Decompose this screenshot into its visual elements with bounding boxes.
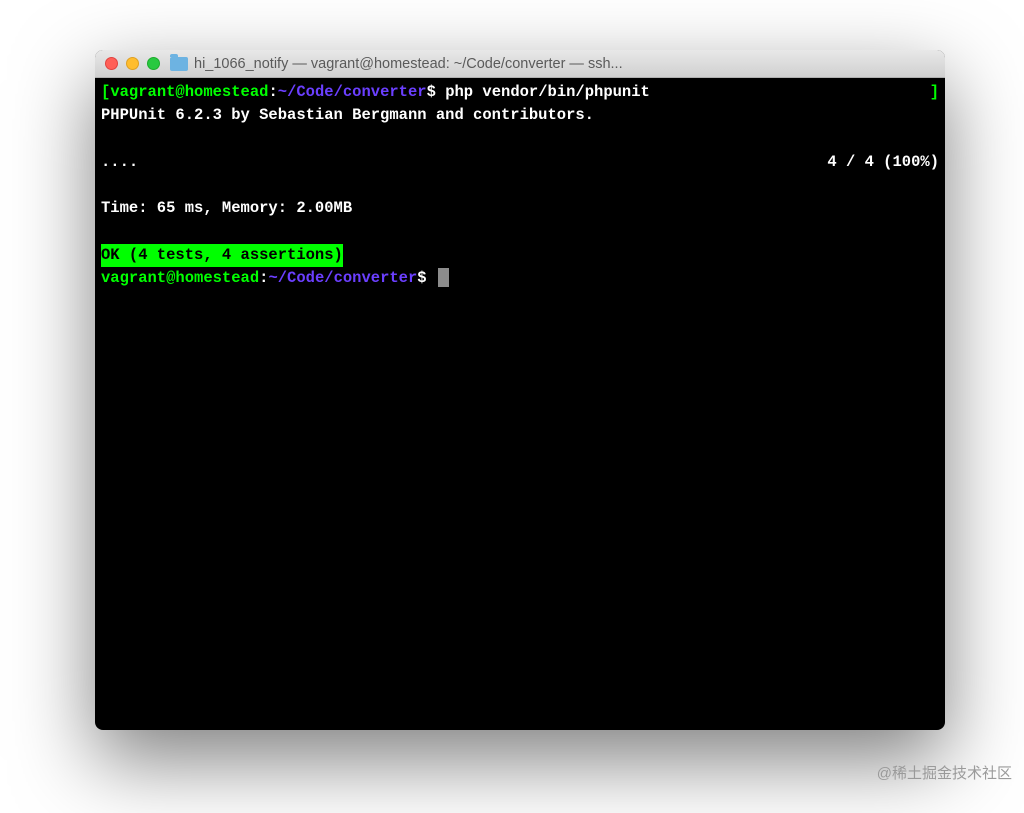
minimize-button[interactable]: [126, 57, 139, 70]
blank-line: [101, 174, 939, 197]
path: ~/Code/converter: [278, 83, 427, 101]
path: ~/Code/converter: [268, 269, 417, 287]
folder-icon: [170, 57, 188, 71]
blank-line: [101, 221, 939, 244]
command: php vendor/bin/phpunit: [436, 83, 650, 101]
maximize-button[interactable]: [147, 57, 160, 70]
ok-result-line: OK (4 tests, 4 assertions): [101, 244, 939, 267]
open-bracket: [: [101, 83, 110, 101]
close-button[interactable]: [105, 57, 118, 70]
user-host: vagrant@homestead: [110, 83, 268, 101]
ok-highlight: OK (4 tests, 4 assertions): [101, 244, 343, 267]
close-bracket: ]: [930, 81, 939, 104]
progress-line: .... 4 / 4 (100%): [101, 151, 939, 174]
terminal-body[interactable]: [vagrant@homestead:~/Code/converter$ php…: [95, 78, 945, 293]
test-progress: 4 / 4 (100%): [827, 151, 939, 174]
blank-line: [101, 128, 939, 151]
test-dots: ....: [101, 151, 138, 174]
window-title: hi_1066_notify — vagrant@homestead: ~/Co…: [194, 56, 935, 72]
dollar: $: [417, 269, 426, 287]
path-colon: :: [268, 83, 277, 101]
window-titlebar[interactable]: hi_1066_notify — vagrant@homestead: ~/Co…: [95, 50, 945, 78]
terminal-window: hi_1066_notify — vagrant@homestead: ~/Co…: [95, 50, 945, 730]
prompt-line-2: vagrant@homestead:~/Code/converter$: [101, 267, 939, 290]
prompt-line-1: [vagrant@homestead:~/Code/converter$ php…: [101, 81, 939, 104]
dollar: $: [427, 83, 436, 101]
cursor: [438, 268, 449, 287]
watermark: @稀土掘金技术社区: [877, 762, 1012, 783]
traffic-lights: [105, 57, 160, 70]
phpunit-version-line: PHPUnit 6.2.3 by Sebastian Bergmann and …: [101, 104, 939, 127]
time-memory-line: Time: 65 ms, Memory: 2.00MB: [101, 197, 939, 220]
user-host: vagrant@homestead: [101, 269, 259, 287]
